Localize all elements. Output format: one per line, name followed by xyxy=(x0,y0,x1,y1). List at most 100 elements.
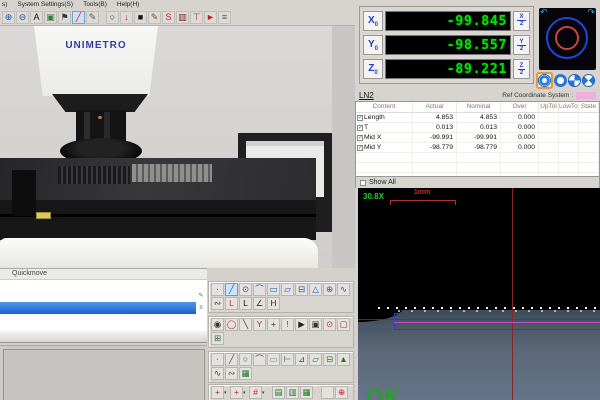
construct-cone[interactable]: ▲ xyxy=(337,353,350,366)
tool-point[interactable]: · xyxy=(211,283,224,296)
flag-marker-icon[interactable]: ⚑ xyxy=(58,11,71,24)
tool-curve[interactable]: ∿ xyxy=(337,283,350,296)
tool-exclaim[interactable]: ! xyxy=(281,318,294,331)
right-panel: X0 -99.845 X 2 Y0 -98.557 Y 2 Z0 -89.221 xyxy=(355,0,600,400)
edge-detect-icon[interactable]: ╱ xyxy=(72,11,85,24)
light-mode-ring-button[interactable] xyxy=(554,74,567,87)
pin-icon[interactable]: ⊤ xyxy=(190,11,203,24)
row-checkbox[interactable]: ✓ xyxy=(357,135,363,141)
construct-rect[interactable]: ▭ xyxy=(267,353,280,366)
tool-line[interactable]: ╱ xyxy=(225,283,238,296)
ref-coordinate-value[interactable] xyxy=(576,92,596,99)
rotate-right-icon[interactable]: ↷ xyxy=(587,7,595,18)
y-half-button[interactable]: Y 2 xyxy=(513,35,530,55)
cs-origin-caret-icon[interactable]: ▾ xyxy=(224,387,229,400)
construct-distance[interactable]: ⊢ xyxy=(281,353,294,366)
calc-tool[interactable]: ▦ xyxy=(239,367,252,380)
menu-item-help[interactable]: Help(H) xyxy=(117,1,139,8)
tool-circle[interactable]: ⊙ xyxy=(239,283,252,296)
tool-gear[interactable]: ◉ xyxy=(211,318,224,331)
tool-region[interactable]: ▢ xyxy=(337,318,350,331)
tool-cone[interactable]: △ xyxy=(309,283,322,296)
marker-icon[interactable]: ► xyxy=(204,11,217,24)
square-tool-icon[interactable]: ■ xyxy=(134,11,147,24)
construct-point[interactable]: · xyxy=(211,353,224,366)
brush-icon[interactable]: ✎ xyxy=(148,11,161,24)
circle-tool-icon[interactable]: ○ xyxy=(106,11,119,24)
text-label-icon[interactable]: A xyxy=(30,11,43,24)
tool-pick-point[interactable]: ▶ xyxy=(295,318,308,331)
cs-axis[interactable]: + xyxy=(230,386,243,399)
y-axis-button[interactable]: Y0 xyxy=(363,35,383,55)
z-half-button[interactable]: Z 2 xyxy=(513,59,530,79)
measure-pen-icon[interactable]: ✎ xyxy=(86,11,99,24)
tool-ring[interactable]: ◯ xyxy=(225,318,238,331)
track-target[interactable]: ⊕ xyxy=(335,386,348,399)
zoom-in-icon[interactable]: ⊕ xyxy=(2,11,15,24)
tool-spline[interactable]: ∾ xyxy=(211,297,224,310)
light-mode-all-button[interactable] xyxy=(538,74,551,87)
construct-arc[interactable]: ⌒ xyxy=(253,353,266,366)
prog-save[interactable]: ▥ xyxy=(286,386,299,399)
zoom-out-icon[interactable]: ⊖ xyxy=(16,11,29,24)
edit-step-icon[interactable]: ✎ xyxy=(197,293,206,302)
camera-view[interactable]: 30.8X 1mm OK xyxy=(358,188,600,400)
tool-angle[interactable]: ∠ xyxy=(253,297,266,310)
cs-axis-caret-icon[interactable]: ▾ xyxy=(243,387,248,400)
light-mode-segment-button[interactable] xyxy=(582,74,595,87)
tool-arc[interactable]: ⌒ xyxy=(253,283,266,296)
menu-item-system-settings[interactable]: System Settings(S) xyxy=(17,1,73,8)
menu-item-tools[interactable]: Tools(B) xyxy=(83,1,107,8)
image-view-icon[interactable]: ▣ xyxy=(44,11,57,24)
row-checkbox[interactable]: ✓ xyxy=(357,145,363,151)
table-row[interactable]: ✓Length 4.853 4.853 0.000 xyxy=(356,113,599,123)
cs-rotate-caret-icon[interactable]: ▾ xyxy=(262,387,267,400)
table-row[interactable]: ✓Mid Y -98.779 -98.779 0.000 xyxy=(356,143,599,153)
tool-width[interactable]: H xyxy=(267,297,280,310)
x-axis-button[interactable]: X0 xyxy=(363,11,383,31)
tool-focus-circle[interactable]: ⊙ xyxy=(323,318,336,331)
drag-step-icon[interactable]: ≡ xyxy=(197,305,206,314)
rotate-left-icon[interactable]: ↶ xyxy=(540,7,548,18)
cs-origin[interactable]: + xyxy=(211,386,224,399)
show-all-checkbox[interactable] xyxy=(360,180,366,186)
tool-cylinder[interactable]: ⊟ xyxy=(295,283,308,296)
align-lines-icon[interactable]: ≡ xyxy=(218,11,231,24)
tool-pick-line[interactable]: ╲ xyxy=(239,318,252,331)
probe-down-icon[interactable]: ↓ xyxy=(120,11,133,24)
tool-capture[interactable]: ▣ xyxy=(309,318,322,331)
construct-line[interactable]: ╱ xyxy=(225,353,238,366)
tool-rectangle[interactable]: ▭ xyxy=(267,283,280,296)
report-icon[interactable]: ▥ xyxy=(176,11,189,24)
cs-rotate[interactable]: # xyxy=(249,386,262,399)
light-mode-quadrant-button[interactable] xyxy=(568,74,581,87)
table-row[interactable]: ✓T 0.013 0.013 0.000 xyxy=(356,123,599,133)
tool-cross[interactable]: + xyxy=(267,318,280,331)
row-checkbox[interactable]: ✓ xyxy=(357,125,363,131)
prog-list[interactable]: ▦ xyxy=(300,386,313,399)
z-axis-button[interactable]: Z0 xyxy=(363,59,383,79)
tool-sphere[interactable]: ⊕ xyxy=(323,283,336,296)
construct-circle[interactable]: ○ xyxy=(239,353,252,366)
prog-open[interactable]: ▤ xyxy=(272,386,285,399)
results-header-row: Content Actual Nominal Over UpTol LowTol… xyxy=(356,102,599,113)
x-half-button[interactable]: X 2 xyxy=(513,11,530,31)
results-titlebar: LN2 Ref Coordinate System : xyxy=(355,90,600,101)
construct-cylinder[interactable]: ⊟ xyxy=(323,353,336,366)
color-rgb[interactable] xyxy=(321,386,334,399)
construct-angle[interactable]: ⊿ xyxy=(295,353,308,366)
construct-curve[interactable]: ∿ xyxy=(211,367,224,380)
quickmove-selected-row[interactable] xyxy=(0,302,196,314)
row-checkbox[interactable]: ✓ xyxy=(357,115,363,121)
construct-spline[interactable]: ∾ xyxy=(225,367,238,380)
menu-item-partial[interactable]: s) xyxy=(2,1,7,8)
machine-head xyxy=(34,26,158,96)
tool-grid-probe[interactable]: ⊞ xyxy=(211,332,224,345)
tool-step[interactable]: L xyxy=(225,297,238,310)
tool-slot[interactable]: ▱ xyxy=(281,283,294,296)
construct-plane[interactable]: ▱ xyxy=(309,353,322,366)
tool-corner[interactable]: L xyxy=(239,297,252,310)
table-row[interactable]: ✓Mid X -99.991 -99.991 0.000 xyxy=(356,133,599,143)
script-icon[interactable]: S xyxy=(162,11,175,24)
tool-branch[interactable]: Y xyxy=(253,318,266,331)
